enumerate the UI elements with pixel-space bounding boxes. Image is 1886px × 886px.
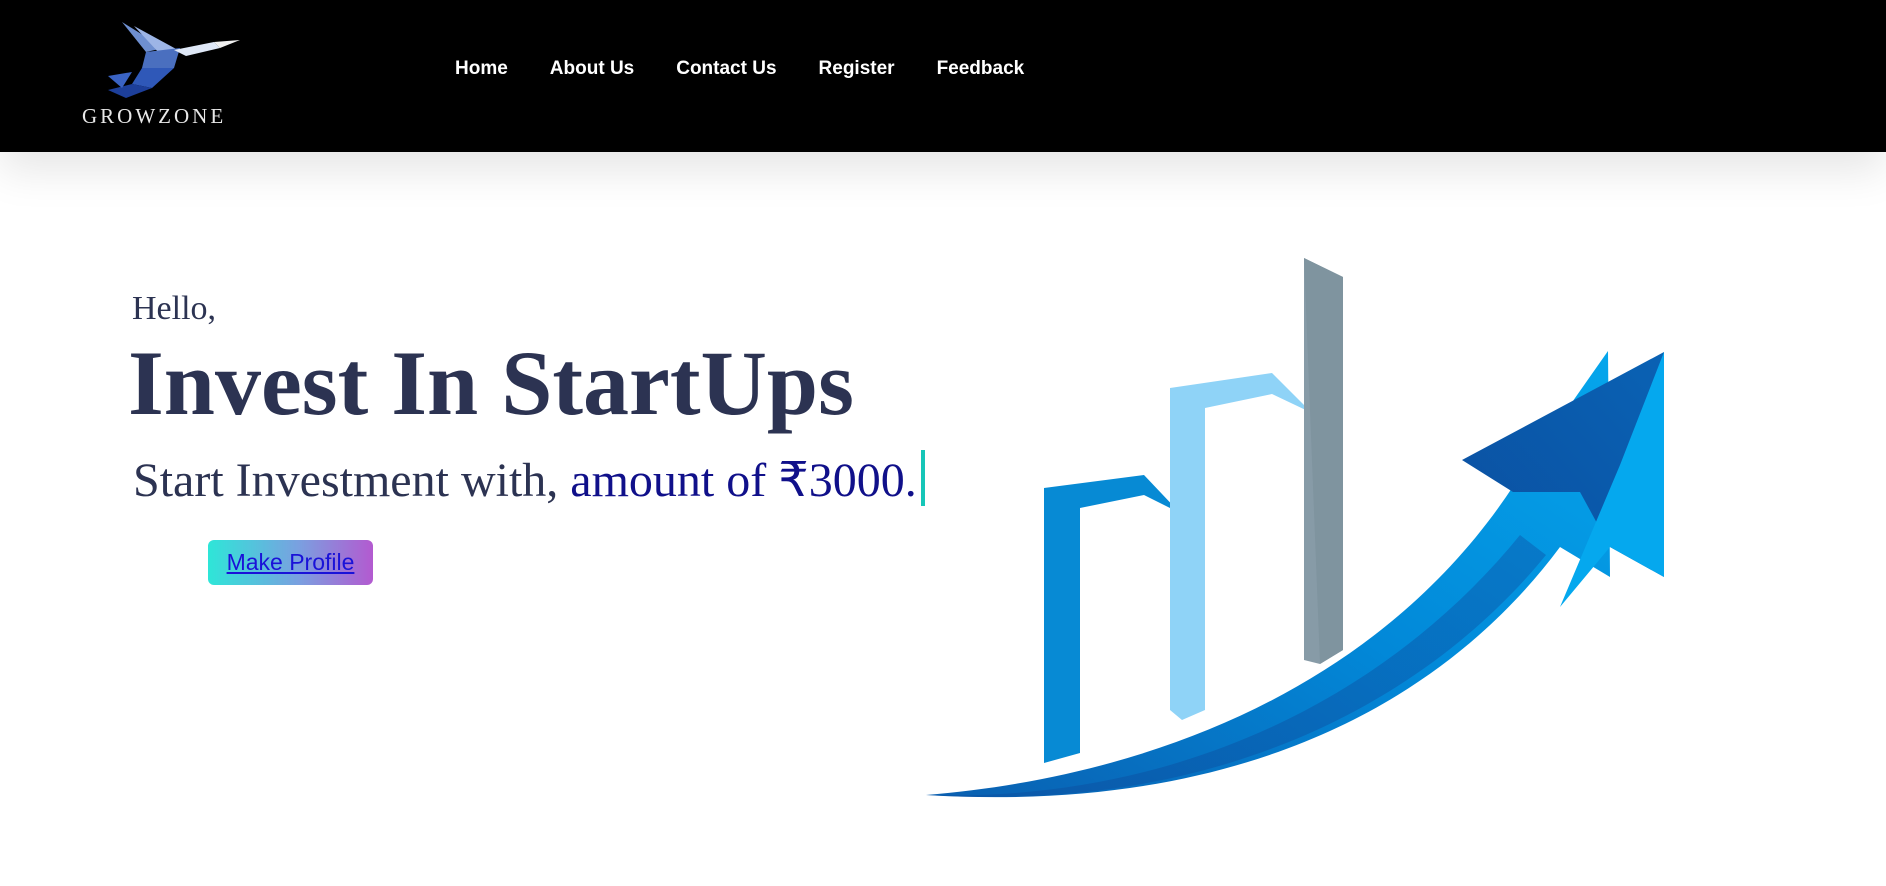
top-navigation-bar: GROWZONE Home About Us Contact Us Regist… bbox=[0, 0, 1886, 152]
nav-about-us-link[interactable]: About Us bbox=[550, 58, 634, 80]
brand-name: GROWZONE bbox=[82, 104, 227, 128]
hero-subtitle-static: Start Investment with, bbox=[133, 454, 571, 507]
hummingbird-logo-icon bbox=[108, 22, 240, 98]
nav-home-link[interactable]: Home bbox=[455, 58, 508, 80]
nav-register-link[interactable]: Register bbox=[819, 58, 895, 80]
growth-arrow-bar-chart-icon bbox=[920, 255, 1680, 820]
hero-subtitle-typed: amount of ₹3000. bbox=[570, 454, 917, 507]
main-nav: Home About Us Contact Us Register Feedba… bbox=[455, 58, 1066, 80]
nav-feedback-link[interactable]: Feedback bbox=[937, 58, 1025, 80]
nav-contact-us-link[interactable]: Contact Us bbox=[676, 58, 776, 80]
hero-subtitle: Start Investment with, amount of ₹3000. bbox=[133, 450, 925, 508]
brand-logo[interactable]: GROWZONE bbox=[78, 18, 264, 132]
hero-greeting: Hello, bbox=[132, 290, 217, 327]
make-profile-link[interactable]: Make Profile bbox=[227, 549, 355, 576]
make-profile-button[interactable]: Make Profile bbox=[208, 540, 373, 585]
hero-title: Invest In StartUps bbox=[128, 332, 854, 434]
